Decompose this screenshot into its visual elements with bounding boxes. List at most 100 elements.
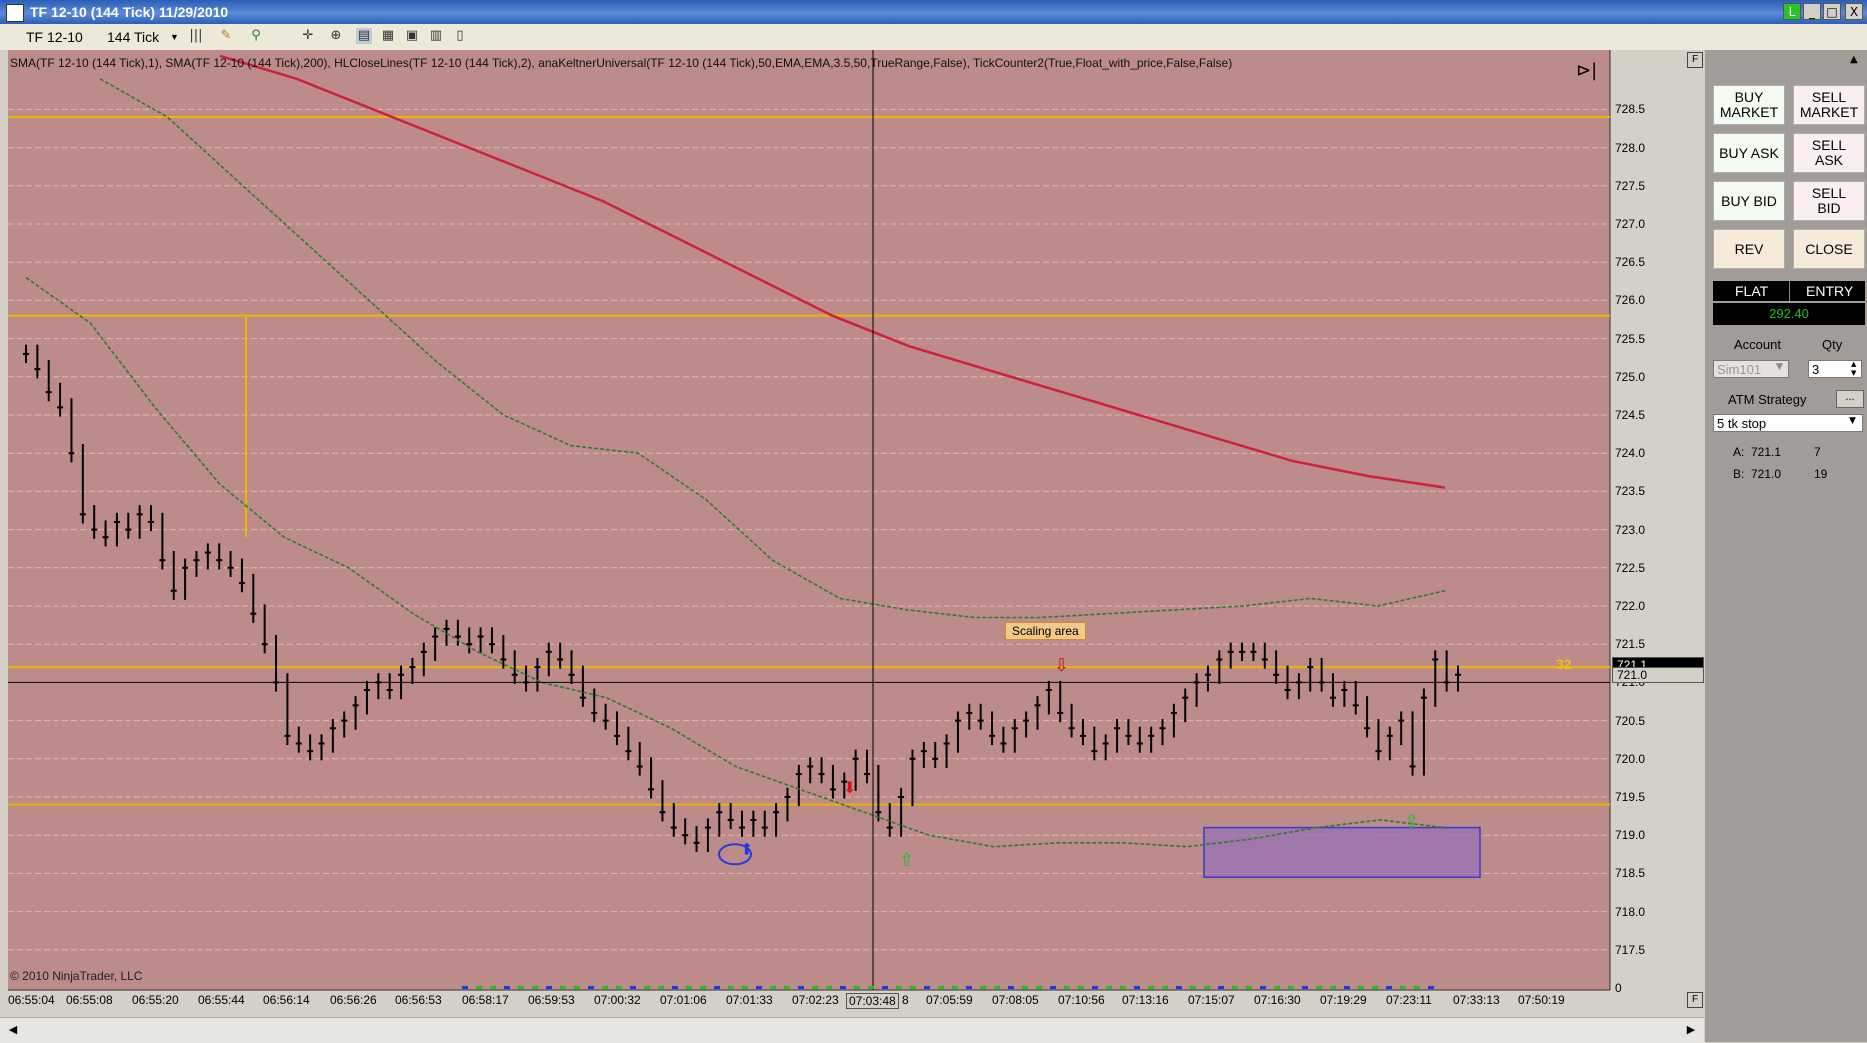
time-tick-label: 06:55:04 bbox=[8, 993, 55, 1007]
price-tick-label: 721.5 bbox=[1615, 637, 1646, 652]
horizontal-scrollbar[interactable]: ◀ ▶ bbox=[0, 1017, 1704, 1043]
tick-counter-mark bbox=[700, 986, 706, 989]
tick-counter-mark bbox=[756, 986, 762, 989]
tick-counter-mark bbox=[1092, 986, 1098, 989]
tick-counter-mark bbox=[1386, 986, 1392, 989]
qty-spin-icon[interactable]: ▲ ▼ bbox=[1851, 360, 1856, 378]
cursor-price-marker: 721.0 bbox=[1612, 667, 1704, 683]
strategy-icon[interactable]: ▥ bbox=[428, 28, 444, 44]
tick-counter-mark bbox=[1400, 986, 1406, 989]
scaling-area-box bbox=[1203, 826, 1481, 878]
period-selector[interactable]: 144 Tick bbox=[107, 29, 159, 45]
price-tick-label: 726.0 bbox=[1615, 293, 1646, 308]
scroll-right-icon[interactable]: ▶ bbox=[1684, 1022, 1698, 1038]
crosshair-icon[interactable]: ✛ bbox=[300, 28, 316, 44]
time-tick-label: 07:08:05 bbox=[992, 993, 1039, 1007]
chart-panel[interactable]: ⬆ ⬇ ⇧ ⇩ ⇧ bbox=[0, 50, 1704, 1042]
time-tick-label: 06:56:26 bbox=[330, 993, 377, 1007]
atm-strategy-select[interactable]: 5 tk stop bbox=[1713, 414, 1863, 432]
tick-counter-mark bbox=[560, 986, 566, 989]
scaling-down-arrow-icon: ⇩ bbox=[1054, 655, 1069, 676]
panel-f-bottom-icon[interactable]: F bbox=[1687, 992, 1703, 1008]
time-tick-label: 07:15:07 bbox=[1188, 993, 1235, 1007]
zoom-icon[interactable]: ⊕ bbox=[328, 28, 344, 44]
chart-trader-icon[interactable]: ▯ bbox=[452, 28, 468, 44]
price-tick-label: 719.5 bbox=[1615, 790, 1646, 804]
qty-label: Qty bbox=[1822, 337, 1843, 352]
period-dropdown-arrow-icon[interactable]: ▼ bbox=[170, 32, 179, 42]
tick-counter-mark bbox=[1428, 986, 1434, 989]
tick-counter-mark bbox=[714, 986, 720, 989]
price-tick-label: 727.5 bbox=[1615, 178, 1646, 193]
time-tick-label: 06:55:20 bbox=[132, 993, 179, 1007]
time-tick-label: 07:19:29 bbox=[1320, 993, 1367, 1007]
window-title-bar[interactable]: TF 12-10 (144 Tick) 11/29/2010 L _ □ X bbox=[0, 0, 1867, 24]
time-tick-label: 07:02:23 bbox=[792, 993, 839, 1007]
time-tick-label: 07:10:56 bbox=[1058, 993, 1105, 1007]
bid-size: 19 bbox=[1814, 467, 1828, 481]
sell-market-button[interactable]: SELL MARKET bbox=[1793, 85, 1865, 125]
tick-counter-mark bbox=[574, 986, 580, 989]
tick-counter-mark bbox=[770, 986, 776, 989]
chart-toolbar: TF 12-10 144 Tick ▼ ||| ✎ ⚲ ✛ ⊕ ▤ ▦ ▣ ▥ … bbox=[0, 24, 1867, 51]
scroll-left-icon[interactable]: ◀ bbox=[6, 1022, 20, 1038]
close-window-button[interactable]: X bbox=[1845, 3, 1863, 20]
tick-counter-mark bbox=[490, 986, 496, 989]
tick-counter-mark bbox=[588, 986, 594, 989]
atm-settings-button[interactable]: ... bbox=[1836, 390, 1864, 408]
window-title: TF 12-10 (144 Tick) 11/29/2010 bbox=[30, 4, 229, 20]
sell-ask-button[interactable]: SELL ASK bbox=[1793, 133, 1865, 173]
tick-counter-mark bbox=[546, 986, 552, 989]
instrument-selector[interactable]: TF 12-10 bbox=[26, 29, 83, 45]
sell-bid-button[interactable]: SELL BID bbox=[1793, 181, 1865, 221]
price-chart[interactable]: ⬆⬇⇧⇩⇧ bbox=[0, 50, 1704, 1042]
buy-market-button[interactable]: BUY MARKET bbox=[1713, 85, 1785, 125]
time-tick-label: 8 bbox=[902, 993, 909, 1007]
account-label: Account bbox=[1734, 337, 1781, 352]
time-tick-label: 07:01:33 bbox=[726, 993, 773, 1007]
tick-counter-mark bbox=[1246, 986, 1252, 989]
reverse-button[interactable]: REV bbox=[1713, 229, 1785, 269]
buy-ask-button[interactable]: BUY ASK bbox=[1713, 133, 1785, 173]
bid-label: B: bbox=[1733, 467, 1745, 481]
position-divider bbox=[1789, 281, 1790, 301]
chart-image-icon[interactable]: ▣ bbox=[404, 28, 420, 44]
time-tick-label: 07:16:30 bbox=[1254, 993, 1301, 1007]
tick-counter-mark bbox=[672, 986, 678, 989]
panel-collapse-icon[interactable]: ▲ bbox=[1850, 54, 1858, 65]
tick-counter-mark bbox=[462, 986, 468, 989]
time-tick-label: 06:59:53 bbox=[528, 993, 575, 1007]
tick-counter-mark bbox=[518, 986, 524, 989]
price-tick-label: 727.0 bbox=[1615, 217, 1646, 231]
tick-counter-mark bbox=[896, 986, 902, 989]
tick-counter-mark bbox=[532, 986, 538, 989]
bar-style-icon[interactable]: ||| bbox=[188, 28, 204, 44]
draw-pencil-icon[interactable]: ✎ bbox=[218, 28, 234, 44]
atm-dropdown-icon[interactable]: ▼ bbox=[1849, 416, 1856, 426]
time-tick-label: 06:56:14 bbox=[263, 993, 310, 1007]
tick-counter-mark bbox=[1078, 986, 1084, 989]
buy-bid-button[interactable]: BUY BID bbox=[1713, 181, 1785, 221]
panel-f-icon[interactable]: F bbox=[1687, 52, 1703, 68]
tick-counter-mark bbox=[826, 986, 832, 989]
app-icon bbox=[6, 4, 24, 22]
price-tick-label: 717.5 bbox=[1615, 942, 1646, 957]
link-button[interactable]: L bbox=[1783, 3, 1801, 20]
close-position-button[interactable]: CLOSE bbox=[1793, 229, 1865, 269]
minimize-button[interactable]: _ bbox=[1803, 3, 1821, 20]
sell-signal-arrow-icon: ⬇ bbox=[843, 778, 856, 797]
scroll-to-end-icon[interactable]: ⊳| bbox=[1576, 60, 1598, 82]
tick-counter-mark bbox=[1344, 986, 1350, 989]
tick-counter-mark bbox=[1414, 986, 1420, 989]
time-tick-label: 06:55:08 bbox=[66, 993, 113, 1007]
time-tick-label: 07:01:06 bbox=[660, 993, 707, 1007]
tick-counter-mark bbox=[1106, 986, 1112, 989]
drawing-tool-icon[interactable]: ⚲ bbox=[248, 28, 264, 44]
maximize-button[interactable]: □ bbox=[1823, 3, 1841, 20]
properties-icon[interactable]: ▦ bbox=[380, 28, 396, 44]
bid-price: 721.0 bbox=[1751, 467, 1782, 481]
data-box-icon[interactable]: ▤ bbox=[356, 28, 372, 44]
price-tick-label: 0 bbox=[1615, 981, 1622, 995]
account-dropdown-icon[interactable]: ▼ bbox=[1776, 362, 1783, 372]
tick-counter-mark bbox=[1162, 986, 1168, 989]
